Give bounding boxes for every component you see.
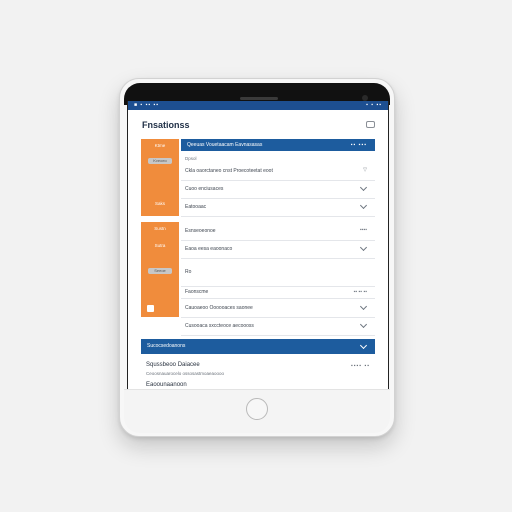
list-item[interactable]: Esnseoeonoe ▪▪▪▪ [181,222,375,241]
list-item-label: Cusooaca sxccteoce aecoooss [185,323,254,329]
tablet-device: ■ ▪ ▪▪ ▪▪ ▪ ▪ ▪▪ Fnsationss Ktme Kveoeo … [119,78,395,437]
expandable-section-header[interactable]: Sucocsedoanons [141,339,375,354]
list-item-label: Eaoa eesa eaoonaco [185,246,233,252]
list-item-label: Faonscme [185,289,209,295]
device-bottom-bezel [124,389,390,433]
footer-meta: ▪▪▪▪ ▪▪ [350,363,370,369]
tablet-screen: ■ ▪ ▪▪ ▪▪ ▪ ▪ ▪▪ Fnsationss Ktme Kveoeo … [127,101,389,389]
section-header-title: Qeeuas Vouetaacam Eavnasasas [187,142,263,148]
list-item-label: Ro [185,269,192,275]
sidebar-label: Saks [154,201,165,206]
footer-subtext: Ceoosnauarocelo ossosastmoaeaoooo [146,371,225,376]
status-left-icons: ■ ▪ ▪▪ ▪▪ [134,102,160,108]
list-item-label: Eatooaac [185,204,207,210]
sidebar-panel-1: Ktme Kveoeo Saks [141,139,179,216]
chevron-down-icon [359,302,368,311]
footer-heading: Squssbeoo Daiacee [146,362,200,368]
section-header-meta: ▪▪ ▪▪▪ [350,142,367,148]
section-header-bar[interactable]: Qeeuas Vouetaacam Eavnasasas ▪▪ ▪▪▪ [181,139,375,151]
filter-icon: ▽ [363,167,367,173]
list-item[interactable]: Cuoo enciusaces [181,180,375,199]
list-item[interactable]: Cauoaeoo Oooooaces saonee [181,299,375,318]
chevron-down-icon [359,341,368,350]
chat-icon[interactable] [366,121,375,128]
list-item-meta: ▪▪▪▪ [359,227,367,233]
list-item[interactable]: Cusooaca sxccteoce aecoooss [181,317,375,336]
list-item[interactable]: Eatooaac [181,198,375,217]
status-bar: ■ ▪ ▪▪ ▪▪ ▪ ▪ ▪▪ [128,101,388,110]
list-item-label: Cauoaeoo Oooooaces saonee [185,305,253,311]
section-caption: Dpsol [185,156,197,161]
list-item-meta: ▪▪ ▪▪ ▪▪ [353,289,367,295]
footer-item[interactable]: Eaoounaanoon [146,382,187,388]
list-item-label: Esnseoeonoe [185,228,216,234]
sidebar-button[interactable]: Kveoeo [148,158,172,164]
sidebar-label: Sutra [154,243,166,248]
expandable-section-title: Sucocsedoanons [147,343,186,349]
status-right-icons: ▪ ▪ ▪▪ [366,102,382,108]
home-button[interactable] [246,398,268,420]
speaker-grille [240,97,278,100]
list-item[interactable]: Ckla oaorctaneo cnst Proecoteetat eoot ▽ [181,162,375,181]
list-item[interactable]: Ro [181,258,375,287]
checkbox[interactable] [147,305,154,312]
sidebar-label: Ktme [154,143,166,148]
sidebar-panel-2: Sustn Sutra Seeoe [141,222,179,317]
page-title: Fnsationss [142,120,190,130]
chevron-down-icon [359,320,368,329]
list-item[interactable]: Eaoa eesa eaoonaco [181,240,375,259]
list-item-label: Cuoo enciusaces [185,186,224,192]
chevron-down-icon [359,201,368,210]
list-item-label: Ckla oaorctaneo cnst Proecoteetat eoot [185,168,273,174]
sidebar-button[interactable]: Seeoe [148,268,172,274]
list-item[interactable]: Faonscme ▪▪ ▪▪ ▪▪ [181,287,375,299]
chevron-down-icon [359,243,368,252]
chevron-down-icon [359,183,368,192]
sidebar-label: Sustn [154,226,166,231]
